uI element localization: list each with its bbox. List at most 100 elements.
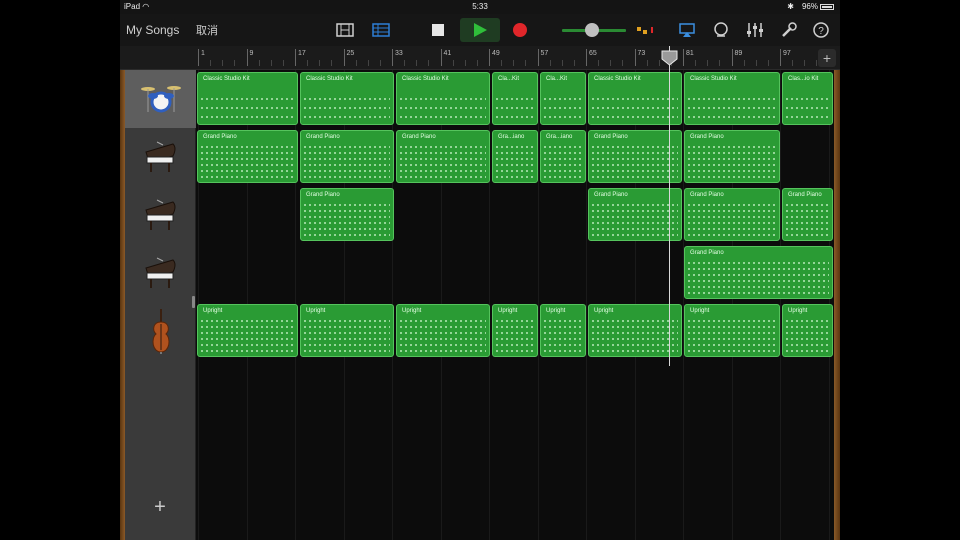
- region-name: Grand Piano: [203, 134, 237, 140]
- track-region[interactable]: Grand Piano: [300, 188, 394, 241]
- ruler-bar-tick: [683, 49, 684, 66]
- track-region[interactable]: Grand Piano: [684, 246, 833, 299]
- undo-button[interactable]: 取消: [196, 18, 218, 42]
- track-region[interactable]: Classic Studio Kit: [396, 72, 490, 125]
- bluetooth-icon: ✱: [787, 2, 794, 11]
- tracks-area[interactable]: Classic Studio Kit Classic Studio Kit Clas…: [196, 70, 834, 540]
- ruler-bar-number: 41: [443, 50, 452, 57]
- ruler-sub-tick: [379, 60, 381, 66]
- ruler-sub-tick: [307, 60, 309, 66]
- region-midi-notes: [304, 145, 390, 178]
- region-name: Grand Piano: [788, 192, 822, 198]
- track-region[interactable]: Upright: [540, 304, 586, 357]
- ruler-sub-tick: [767, 60, 769, 66]
- track-region[interactable]: Cla...Kit: [540, 72, 586, 125]
- region-name: Upright: [203, 308, 223, 314]
- ruler-bar-tick: [731, 49, 733, 66]
- track-lane[interactable]: Grand Piano Grand Piano Grand Piano Grand P…: [196, 186, 834, 244]
- region-name: Grand Piano: [594, 134, 628, 140]
- region-name: Cla...Kit: [498, 76, 520, 82]
- ruler-bar-tick: [537, 49, 539, 66]
- airplay-button[interactable]: [676, 18, 698, 42]
- add-section-button[interactable]: +: [818, 49, 836, 67]
- region-name: Grand Piano: [690, 250, 724, 256]
- wrench-icon: [782, 22, 797, 37]
- region-name: Gra...iano: [546, 134, 573, 140]
- track-region[interactable]: Classic Studio Kit: [588, 72, 682, 125]
- loop-browser-button[interactable]: [710, 18, 732, 42]
- region-midi-notes: [688, 203, 776, 236]
- ruler-bar-tick: [440, 49, 442, 66]
- region-name: Upright: [788, 308, 808, 314]
- ruler-bar-number: 97: [783, 50, 791, 57]
- track-region[interactable]: Upright: [782, 304, 833, 357]
- track-region[interactable]: Grand Piano: [684, 188, 780, 241]
- ruler-sub-tick: [319, 60, 321, 66]
- stop-button[interactable]: [423, 18, 453, 42]
- track-region[interactable]: Upright: [396, 304, 490, 357]
- region-midi-notes: [496, 145, 534, 178]
- region-midi-notes: [201, 93, 294, 118]
- ruler-bar-number: 25: [346, 50, 355, 57]
- track-region[interactable]: Grand Piano: [684, 130, 780, 183]
- record-icon: [513, 23, 527, 37]
- track-region[interactable]: Grand Piano: [782, 188, 833, 241]
- track-region[interactable]: Grand Piano: [588, 188, 682, 241]
- play-button[interactable]: [460, 18, 500, 42]
- ruler-sub-tick: [331, 60, 333, 66]
- track-region[interactable]: Gra...iano: [540, 130, 586, 183]
- ruler-sub-tick: [234, 60, 236, 66]
- track-region[interactable]: Grand Piano: [588, 130, 682, 183]
- loop-icon: [714, 22, 728, 37]
- track-lane[interactable]: Upright Upright Upright Upright Upright Uprig…: [196, 302, 834, 360]
- ruler-bar-tick: [343, 49, 345, 66]
- track-lane[interactable]: Grand Piano: [196, 244, 834, 302]
- add-track-button[interactable]: +: [149, 496, 171, 518]
- track-region[interactable]: Upright: [684, 304, 780, 357]
- region-midi-notes: [304, 203, 390, 236]
- track-region[interactable]: Grand Piano: [396, 130, 490, 183]
- track-header-piano-3[interactable]: [125, 244, 196, 302]
- metronome-button[interactable]: [634, 18, 660, 42]
- track-region[interactable]: Upright: [588, 304, 682, 357]
- track-region[interactable]: Grand Piano: [300, 130, 394, 183]
- track-region[interactable]: Classic Studio Kit: [684, 72, 780, 125]
- ruler-sub-tick: [707, 60, 709, 66]
- track-lane[interactable]: Classic Studio Kit Classic Studio Kit Clas…: [196, 70, 834, 128]
- settings-button[interactable]: [778, 18, 800, 42]
- ruler-bar-number: 73: [637, 50, 646, 57]
- region-name: Upright: [594, 308, 614, 314]
- track-header-piano-2[interactable]: [125, 186, 196, 244]
- help-button[interactable]: ?: [810, 18, 832, 42]
- track-region[interactable]: Upright: [197, 304, 298, 357]
- ruler-sub-tick: [513, 60, 515, 66]
- track-region[interactable]: Classic Studio Kit: [197, 72, 298, 125]
- upright-bass-icon: [152, 309, 169, 354]
- ruler-sub-tick: [464, 60, 466, 66]
- track-header-drums[interactable]: [125, 70, 196, 128]
- ruler-sub-tick: [210, 60, 212, 66]
- region-name: Grand Piano: [690, 134, 724, 140]
- track-region[interactable]: Grand Piano: [197, 130, 298, 183]
- region-name: Grand Piano: [402, 134, 436, 140]
- track-region[interactable]: Clas...io Kit: [782, 72, 833, 125]
- instrument-view-button[interactable]: [330, 18, 360, 42]
- playhead-handle[interactable]: [661, 50, 678, 66]
- header-resize-handle[interactable]: [192, 296, 195, 308]
- track-lane[interactable]: Grand Piano Grand Piano Grand Piano Gra...i…: [196, 128, 834, 186]
- track-region[interactable]: Upright: [492, 304, 538, 357]
- master-volume-slider[interactable]: [562, 18, 626, 42]
- ruler-sub-tick: [222, 60, 224, 66]
- mixer-button[interactable]: [744, 18, 766, 42]
- track-header-piano-1[interactable]: [125, 128, 196, 186]
- track-header-upright-bass[interactable]: [125, 302, 196, 360]
- my-songs-button[interactable]: My Songs: [126, 18, 179, 42]
- tracks-view-button[interactable]: [366, 18, 396, 42]
- timeline-ruler[interactable]: 1 9 17 25 33 41 49 57 65 73 81 89 97 +: [120, 46, 840, 70]
- track-region[interactable]: Cla...Kit: [492, 72, 538, 125]
- track-region[interactable]: Gra...iano: [492, 130, 538, 183]
- region-name: Clas...io Kit: [788, 76, 819, 82]
- track-region[interactable]: Classic Studio Kit: [300, 72, 394, 125]
- track-region[interactable]: Upright: [300, 304, 394, 357]
- record-button[interactable]: [505, 18, 535, 42]
